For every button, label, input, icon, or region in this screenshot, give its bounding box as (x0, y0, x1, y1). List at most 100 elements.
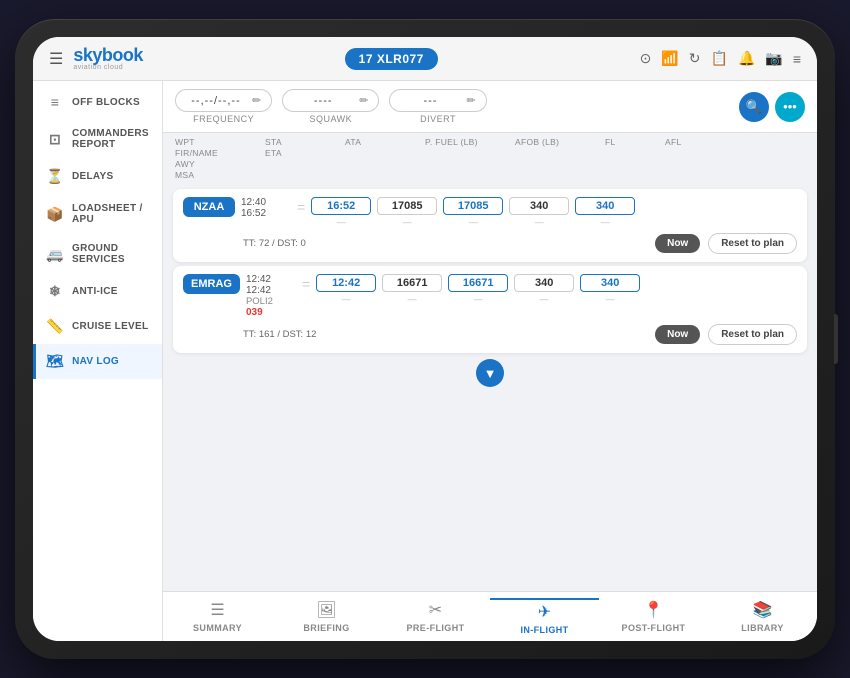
brand-name: skybook (73, 46, 143, 64)
emrag-eta: 12:42 (246, 285, 296, 296)
nzaa-sta: 12:40 (241, 197, 291, 208)
nzaa-afob-input[interactable]: 17085 (443, 197, 503, 215)
nzaa-fl-cell: 340 — (509, 197, 569, 227)
in-flight-icon: ✈ (538, 602, 551, 622)
nzaa-tt: TT: 72 / DST: 0 (243, 238, 306, 249)
emrag-afl-input[interactable]: 340 (580, 274, 640, 292)
nzaa-eta: 16:52 (241, 208, 291, 219)
sidebar-item-cruise-level[interactable]: 📏 CRUISE LEVEL (33, 309, 162, 344)
sidebar-item-ground-services[interactable]: 🚐 GROUND SERVICES (33, 234, 162, 274)
nzaa-afl-input[interactable]: 340 (575, 197, 635, 215)
emrag-now-button[interactable]: Now (655, 325, 700, 344)
bell-icon[interactable]: 🔔 (738, 50, 755, 67)
entry-nzaa: NZAA 12:40 16:52 = 16:52 — (173, 189, 807, 262)
hamburger-icon[interactable]: ☰ (49, 49, 63, 69)
off-blocks-icon: ≡ (46, 94, 64, 110)
frequency-edit-icon[interactable]: ✏ (252, 94, 261, 107)
squawk-label: SQUAWK (309, 114, 352, 124)
divert-edit-icon[interactable]: ✏ (466, 94, 475, 107)
sidebar-item-commanders-report[interactable]: ⊡ COMMANDERS REPORT (33, 119, 162, 159)
emrag-afl-sub: — (580, 294, 640, 304)
frequency-label: FREQUENCY (193, 114, 254, 124)
emrag-pfuel-input[interactable]: 16671 (382, 274, 442, 292)
entry-nzaa-row: NZAA 12:40 16:52 = 16:52 — (183, 197, 797, 227)
th-ata: ATA (345, 137, 425, 181)
divert-pill[interactable]: --- ✏ (389, 89, 486, 112)
emrag-reset-button[interactable]: Reset to plan (708, 324, 797, 345)
sidebar-label-commanders-report: COMMANDERS REPORT (72, 128, 152, 150)
emrag-pfuel-cell: 16671 — (382, 274, 442, 304)
sidebar-item-delays[interactable]: ⏳ DELAYS (33, 159, 162, 194)
nzaa-ata-input[interactable]: 16:52 (311, 197, 371, 215)
sidebar-label-loadsheet: LOADSHEET / APU (72, 203, 152, 225)
toolbar-actions: 🔍 ••• (739, 92, 805, 122)
nav-briefing[interactable]: 🖼 BRIEFING (272, 598, 381, 637)
top-bar-right: ⊙ 📶 ↻ 📋 🔔 📷 ≡ (640, 50, 801, 67)
brand-sub: aviation cloud (73, 64, 143, 71)
nav-post-flight[interactable]: 📍 POST-FLIGHT (599, 598, 708, 637)
summary-label: SUMMARY (193, 623, 242, 633)
th-fl: FL (605, 137, 665, 181)
nav-library[interactable]: 📚 LIBRARY (708, 598, 817, 637)
emrag-ata-sub: — (316, 294, 376, 304)
squawk-edit-icon[interactable]: ✏ (359, 94, 368, 107)
summary-icon: ☰ (210, 600, 224, 620)
nzaa-now-button[interactable]: Now (655, 234, 700, 253)
nzaa-footer: TT: 72 / DST: 0 Now Reset to plan (183, 233, 797, 254)
nzaa-buttons: Now Reset to plan (655, 233, 797, 254)
search-button[interactable]: 🔍 (739, 92, 769, 122)
settings-icon[interactable]: ≡ (793, 51, 801, 67)
nzaa-reset-button[interactable]: Reset to plan (708, 233, 797, 254)
nzaa-pfuel-sub: — (377, 217, 437, 227)
sidebar-label-cruise-level: CRUISE LEVEL (72, 321, 148, 332)
nav-log-icon: 🗺 (46, 353, 64, 370)
emrag-tt: TT: 161 / DST: 12 (243, 329, 316, 340)
nav-in-flight[interactable]: ✈ IN-FLIGHT (490, 598, 599, 637)
emrag-afl-cell: 340 — (580, 274, 640, 304)
sidebar-item-off-blocks[interactable]: ≡ OFF BLOCKS (33, 85, 162, 119)
frequency-group: --,--/--,-- ✏ FREQUENCY (175, 89, 272, 124)
sidebar-item-loadsheet[interactable]: 📦 LOADSHEET / APU (33, 194, 162, 234)
ground-services-icon: 🚐 (46, 246, 64, 263)
camera-icon[interactable]: 📷 (765, 50, 782, 67)
more-button[interactable]: ••• (775, 92, 805, 122)
scroll-area[interactable]: NZAA 12:40 16:52 = 16:52 — (163, 185, 817, 591)
nzaa-fl-input[interactable]: 340 (509, 197, 569, 215)
squawk-pill[interactable]: ---- ✏ (282, 89, 379, 112)
emrag-ata-input[interactable]: 12:42 (316, 274, 376, 292)
top-bar: ☰ skybook aviation cloud 17 XLR077 ⊙ 📶 ↻… (33, 37, 817, 81)
nzaa-ata-cell: 16:52 — (311, 197, 371, 227)
emrag-subtext: POLI2 (246, 296, 296, 307)
nzaa-afl-cell: 340 — (575, 197, 635, 227)
nzaa-afl-sub: — (575, 217, 635, 227)
sidebar-item-anti-ice[interactable]: ❄ ANTI-ICE (33, 274, 162, 309)
nav-pre-flight[interactable]: ✂ PRE-FLIGHT (381, 598, 490, 637)
emrag-afob-sub: — (448, 294, 508, 304)
pre-flight-icon: ✂ (429, 600, 442, 620)
frequency-value: --,--/--,-- (186, 95, 246, 107)
loadsheet-icon: 📦 (46, 206, 64, 223)
refresh-icon[interactable]: ↻ (689, 50, 701, 67)
commanders-report-icon: ⊡ (46, 131, 64, 148)
library-icon: 📚 (753, 600, 773, 620)
divert-value: --- (400, 95, 460, 107)
tablet-screen: ☰ skybook aviation cloud 17 XLR077 ⊙ 📶 ↻… (33, 37, 817, 641)
wpt-nzaa: NZAA (183, 197, 235, 217)
sidebar-label-ground-services: GROUND SERVICES (72, 243, 152, 265)
sidebar-item-nav-log[interactable]: 🗺 NAV LOG (33, 344, 162, 379)
expand-button[interactable]: ▼ (476, 359, 504, 387)
nzaa-afob-sub: — (443, 217, 503, 227)
cruise-level-icon: 📏 (46, 318, 64, 335)
nav-summary[interactable]: ☰ SUMMARY (163, 598, 272, 637)
post-flight-icon: 📍 (644, 600, 664, 620)
nzaa-pfuel-input[interactable]: 17085 (377, 197, 437, 215)
emrag-fl-sub: — (514, 294, 574, 304)
bottom-nav: ☰ SUMMARY 🖼 BRIEFING ✂ PRE-FLIGHT ✈ IN-F… (163, 591, 817, 641)
emrag-equals: = (302, 274, 310, 292)
flight-id-badge: 17 XLR077 (345, 48, 438, 70)
frequency-pill[interactable]: --,--/--,-- ✏ (175, 89, 272, 112)
emrag-afob-input[interactable]: 16671 (448, 274, 508, 292)
wifi-icon: 📶 (661, 50, 678, 67)
entry-emrag-row: EMRAG 12:42 12:42 POLI2 039 = 12:42 (183, 274, 797, 318)
emrag-fl-input[interactable]: 340 (514, 274, 574, 292)
